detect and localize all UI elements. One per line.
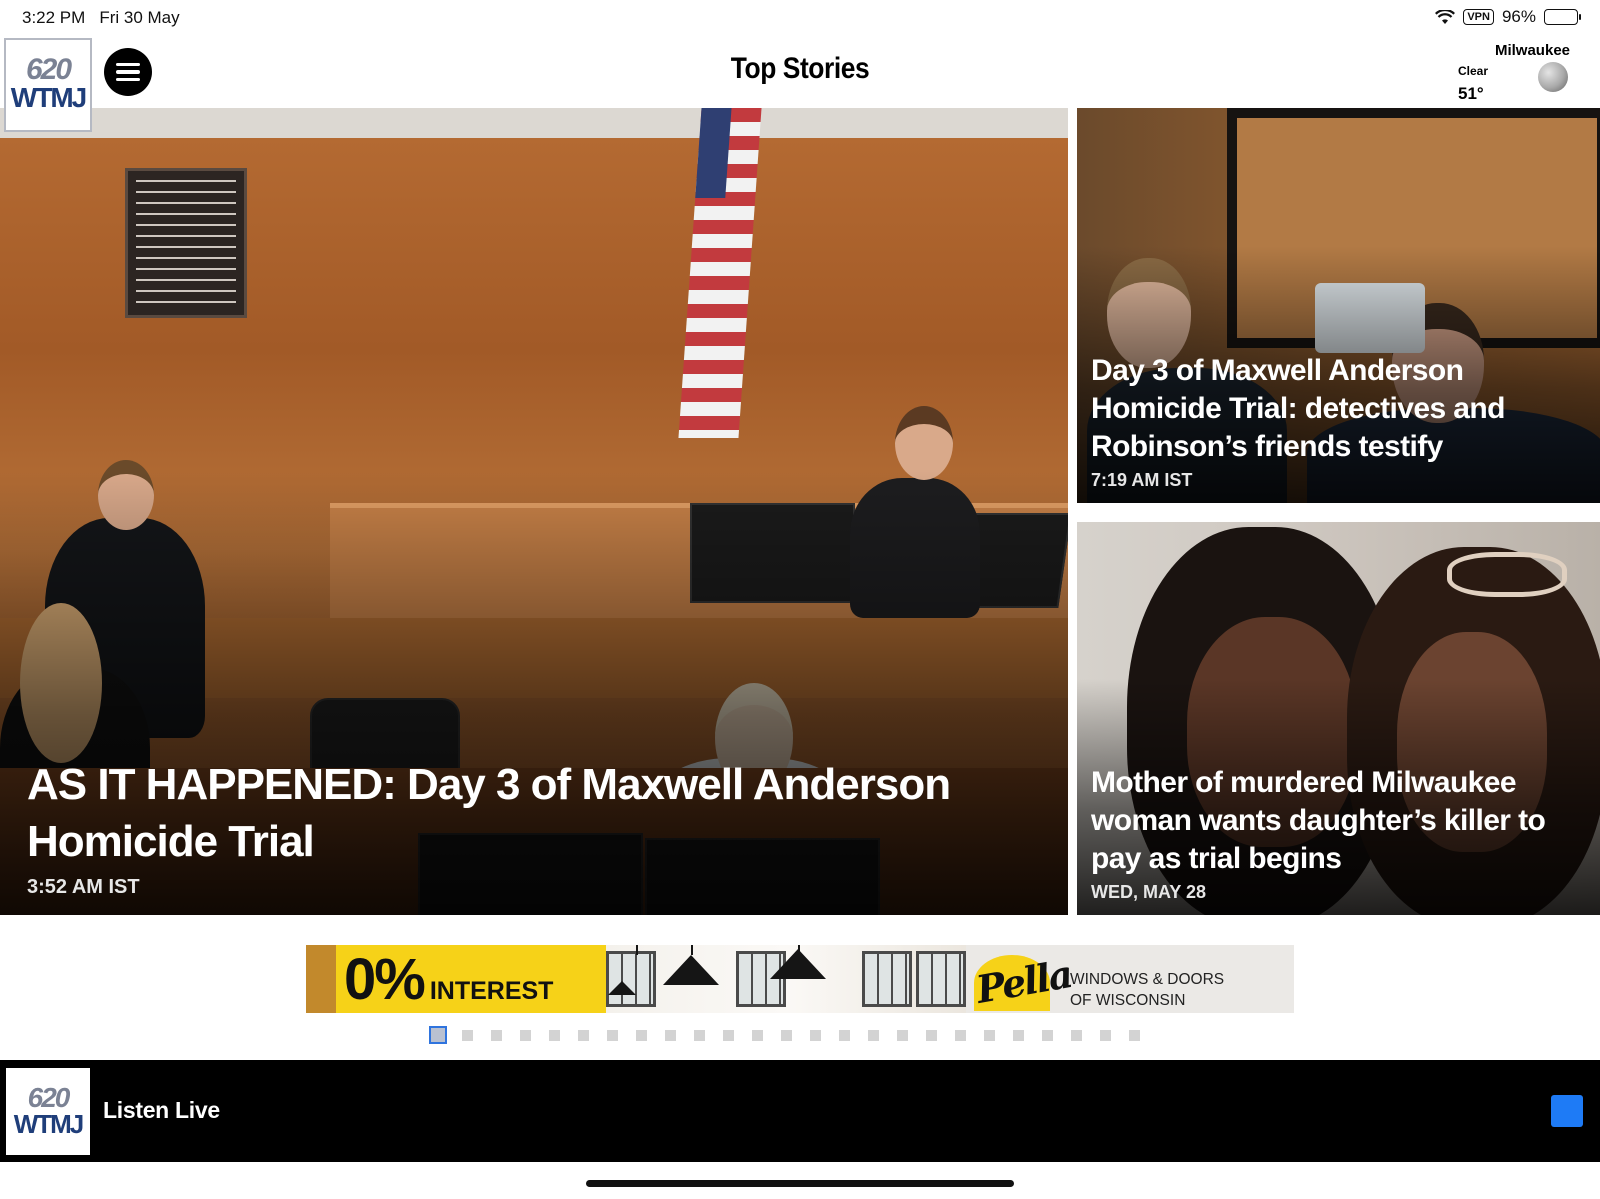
weather-condition: Clear	[1458, 64, 1489, 78]
logo-number: 620	[27, 1081, 71, 1113]
pagination-dot[interactable]	[636, 1029, 647, 1041]
station-logo[interactable]: 620 WTMJ	[4, 38, 92, 132]
player-station-logo: 620 WTMJ	[6, 1068, 90, 1155]
page-title: Top Stories	[730, 52, 870, 85]
pagination-dot[interactable]	[723, 1029, 734, 1041]
juror-info-board	[125, 168, 247, 318]
pagination-dot[interactable]	[694, 1029, 705, 1041]
pagination-dot[interactable]	[1042, 1029, 1053, 1041]
pagination-dot[interactable]	[955, 1029, 966, 1041]
pagination-dot[interactable]	[752, 1029, 763, 1041]
story-card-main[interactable]: AS IT HAPPENED: Day 3 of Maxwell Anderso…	[0, 108, 1068, 915]
story-headline[interactable]: Mother of murdered Milwaukee woman wants…	[1091, 764, 1588, 878]
header: 620 WTMJ Top Stories Milwaukee Clear 51°	[0, 36, 1600, 132]
story-text: Day 3 of Maxwell Anderson Homicide Trial…	[1091, 352, 1588, 491]
pagination-dots[interactable]	[429, 1025, 1140, 1045]
status-date: Fri 30 May	[99, 8, 180, 27]
listen-live-label[interactable]: Listen Live	[103, 1097, 220, 1124]
battery-percent: 96%	[1501, 7, 1536, 26]
status-left: 3:22 PM Fri 30 May	[22, 8, 180, 28]
pagination-dot[interactable]	[868, 1029, 879, 1041]
pagination-dot[interactable]	[926, 1029, 937, 1041]
weather-widget[interactable]: Milwaukee Clear 51°	[1450, 42, 1570, 106]
ad-brand-text: WINDOWS & DOORS OF WISCONSIN	[1070, 971, 1225, 1009]
status-bar: 3:22 PM Fri 30 May VPN 96%	[0, 0, 1600, 36]
pagination-dot[interactable]	[429, 1026, 447, 1044]
pagination-dot[interactable]	[578, 1029, 589, 1041]
pagination-dot[interactable]	[1071, 1029, 1082, 1041]
ad-brand: Pella WINDOWS & DOORS OF WISCONSIN	[966, 945, 1294, 1013]
pagination-dot[interactable]	[781, 1029, 792, 1041]
ad-offer-label: INTEREST	[429, 977, 554, 1005]
wifi-icon	[1435, 9, 1456, 24]
moon-icon	[1538, 62, 1568, 92]
pagination-dot[interactable]	[1129, 1029, 1140, 1041]
pagination-dot[interactable]	[607, 1029, 618, 1041]
pagination-dot[interactable]	[1013, 1029, 1024, 1041]
pagination-dot[interactable]	[984, 1029, 995, 1041]
pagination-dot[interactable]	[839, 1029, 850, 1041]
logo-call-sign: WTMJ	[10, 82, 87, 113]
status-right: VPN 96%	[1435, 7, 1581, 27]
home-indicator[interactable]	[586, 1180, 1014, 1187]
pagination-dot[interactable]	[462, 1029, 473, 1041]
story-card-tertiary[interactable]: Mother of murdered Milwaukee woman wants…	[1077, 522, 1600, 915]
story-timestamp: WED, MAY 28	[1091, 882, 1207, 902]
story-headline[interactable]: AS IT HAPPENED: Day 3 of Maxwell Anderso…	[27, 756, 1056, 870]
weather-temperature: 51°	[1458, 84, 1484, 103]
story-headline[interactable]: Day 3 of Maxwell Anderson Homicide Trial…	[1091, 352, 1588, 466]
logo-call-sign: WTMJ	[13, 1108, 85, 1139]
stop-icon[interactable]	[1551, 1095, 1583, 1127]
story-text: AS IT HAPPENED: Day 3 of Maxwell Anderso…	[27, 756, 1056, 899]
ad-room-image	[606, 945, 966, 1013]
ad-offer-percent: 0%	[344, 947, 426, 1012]
pagination-dot[interactable]	[810, 1029, 821, 1041]
listen-live-player[interactable]: 620 WTMJ Listen Live	[0, 1060, 1600, 1162]
story-text: Mother of murdered Milwaukee woman wants…	[1091, 764, 1588, 903]
story-timestamp: 3:52 AM IST	[27, 876, 140, 898]
pagination-dot[interactable]	[491, 1029, 502, 1041]
pagination-dot[interactable]	[1100, 1029, 1111, 1041]
pagination-dot[interactable]	[549, 1029, 560, 1041]
ad-banner[interactable]: 0% INTEREST Pella WINDOWS & DOORS OF WISC…	[306, 945, 1294, 1013]
pagination-dot[interactable]	[665, 1029, 676, 1041]
story-timestamp: 7:19 AM IST	[1091, 470, 1193, 490]
story-card-secondary[interactable]: Day 3 of Maxwell Anderson Homicide Trial…	[1077, 108, 1600, 503]
pagination-dot[interactable]	[520, 1029, 531, 1041]
vpn-badge: VPN	[1463, 9, 1494, 25]
ad-offer: 0% INTEREST	[344, 951, 553, 1009]
logo-number: 620	[25, 53, 72, 86]
weather-city: Milwaukee	[1494, 42, 1570, 59]
status-time: 3:22 PM	[22, 8, 86, 27]
battery-icon	[1544, 9, 1581, 25]
pagination-dot[interactable]	[897, 1029, 908, 1041]
